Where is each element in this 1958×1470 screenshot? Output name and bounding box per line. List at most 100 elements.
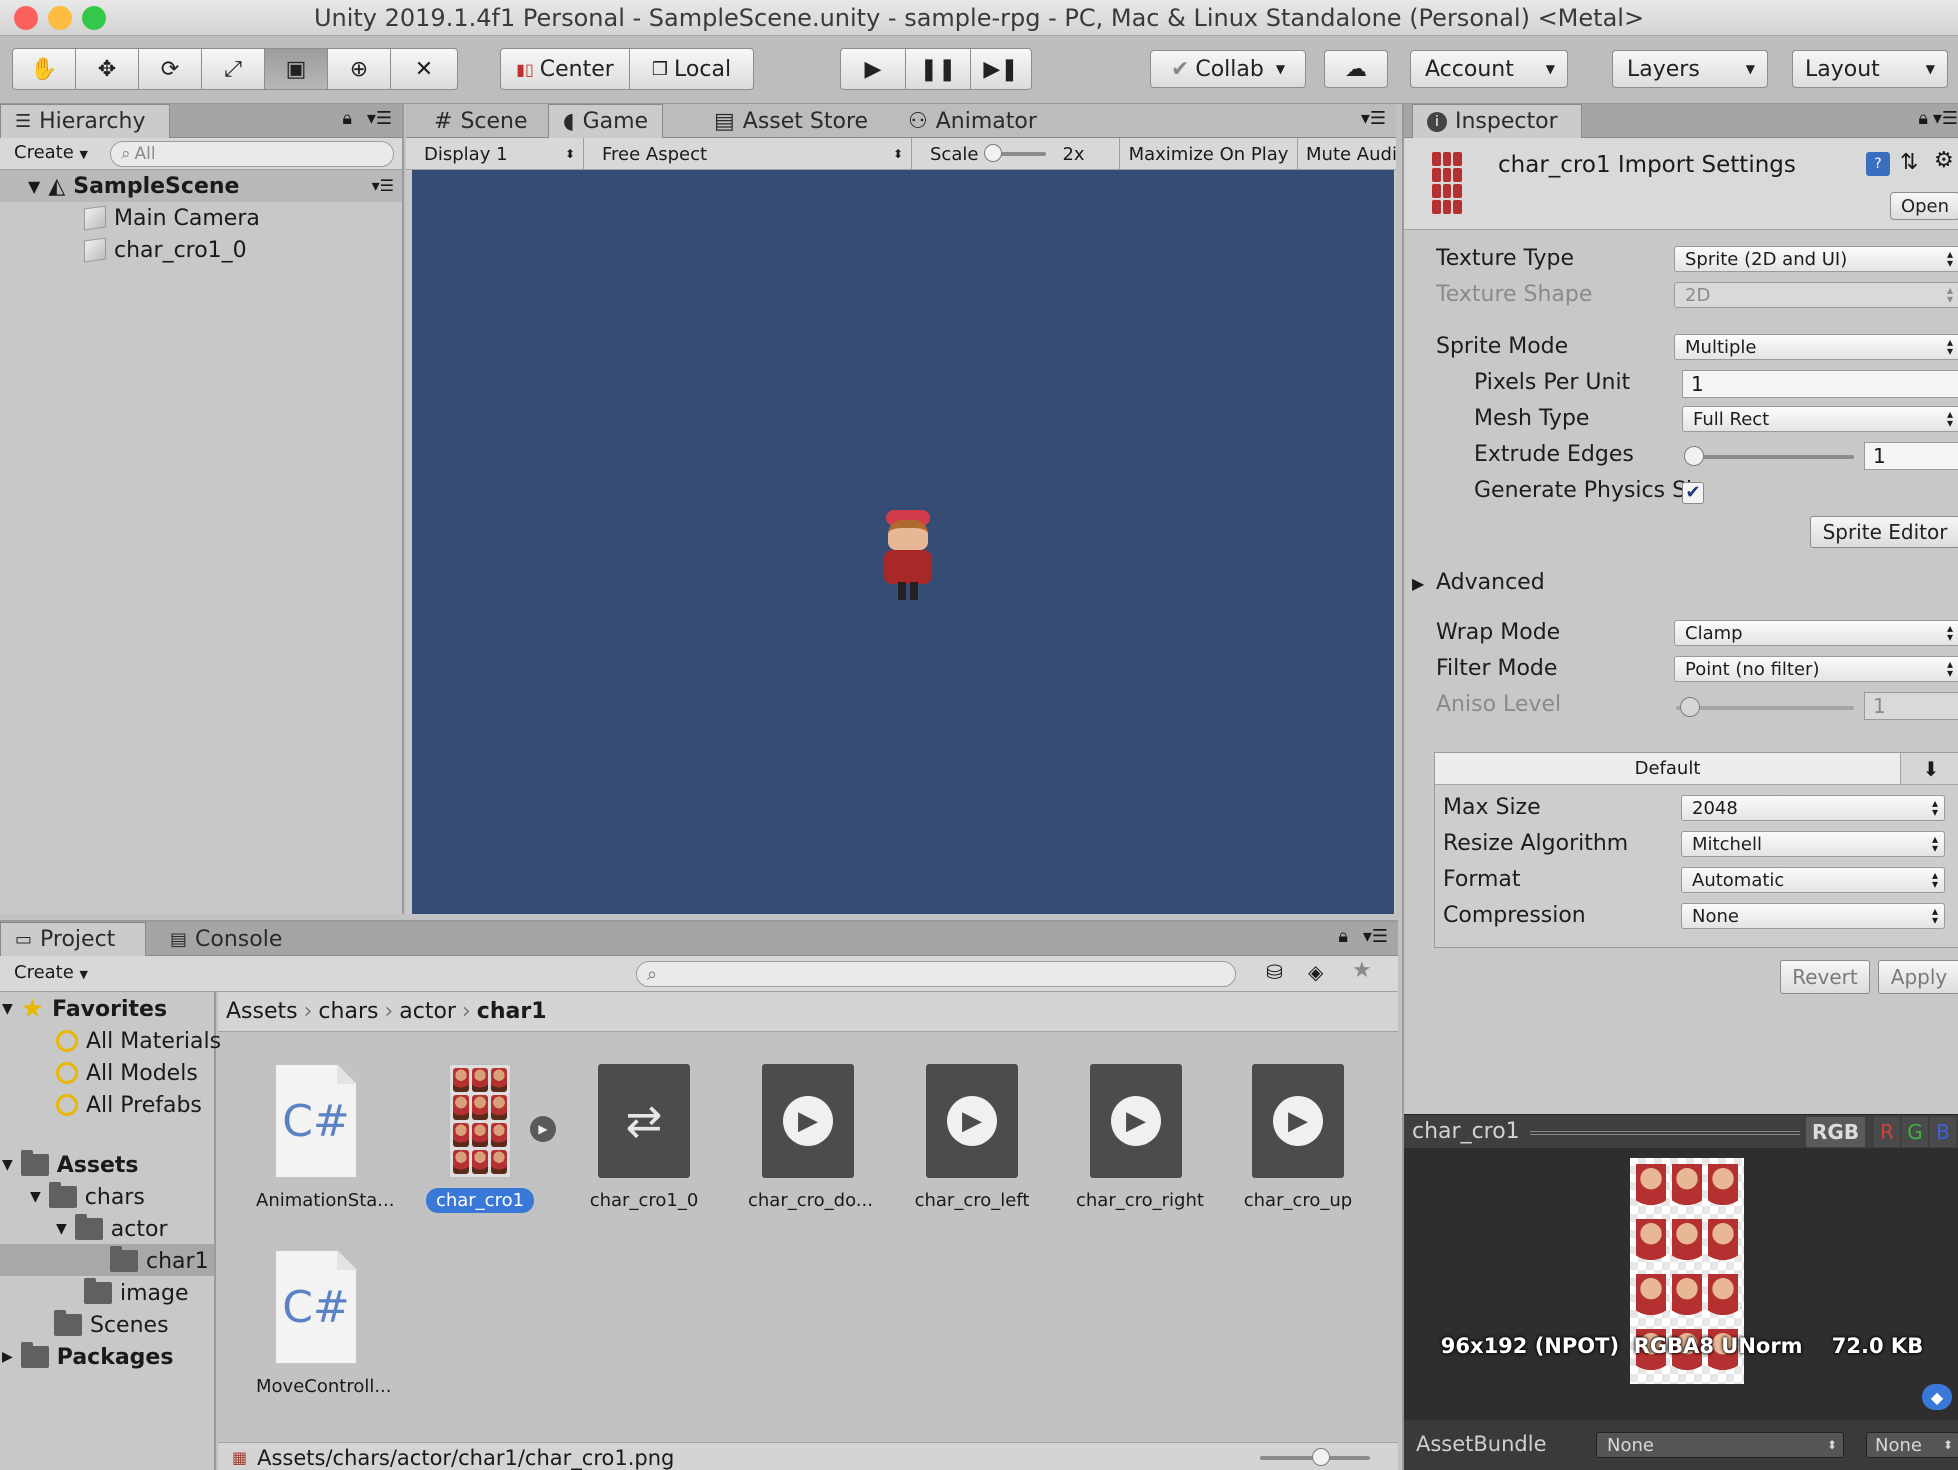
tab-hierarchy[interactable]: ☰ Hierarchy xyxy=(0,104,170,138)
label-tag-icon[interactable]: ◆ xyxy=(1922,1384,1952,1410)
extrude-edges-slider-knob[interactable] xyxy=(1684,446,1704,466)
scene-menu-icon[interactable]: ▾☰ xyxy=(372,176,394,195)
tab-inspector[interactable]: i Inspector xyxy=(1412,104,1582,138)
breadcrumb-item[interactable]: actor xyxy=(399,999,456,1024)
channel-r-toggle[interactable]: R xyxy=(1874,1117,1900,1147)
tab-project[interactable]: ▭ Project xyxy=(0,922,146,956)
favorite-all-prefabs[interactable]: All Prefabs xyxy=(56,1090,202,1120)
icon-size-slider[interactable] xyxy=(1260,1448,1370,1466)
pivot-local-button[interactable]: ❒ Local xyxy=(629,48,754,90)
channel-rgb-toggle[interactable]: RGB xyxy=(1806,1117,1866,1147)
panel-menu-icon[interactable]: ▾☰ xyxy=(367,108,392,129)
account-dropdown[interactable]: Account ▼ xyxy=(1410,50,1568,88)
revert-button[interactable]: Revert xyxy=(1780,960,1870,994)
breadcrumb-item[interactable]: Assets xyxy=(226,999,298,1024)
cloud-button[interactable]: ☁ xyxy=(1324,50,1388,88)
asset-tile-anim-up[interactable]: ▶ char_cro_up xyxy=(1228,1064,1368,1213)
packages-folder-item[interactable]: ▶ Packages xyxy=(2,1342,173,1372)
expand-subassets-icon[interactable]: ▶ xyxy=(530,1116,556,1142)
hierarchy-search-input[interactable]: ⌕ All xyxy=(110,141,394,167)
scenes-folder-item[interactable]: Scenes xyxy=(54,1310,169,1340)
help-icon[interactable]: ? xyxy=(1866,152,1890,176)
generate-physics-checkbox[interactable]: ✔ xyxy=(1682,482,1704,504)
scale-tool-button[interactable]: ⤢ xyxy=(201,48,265,90)
wrap-mode-dropdown[interactable]: Clamp ▴ ▾ xyxy=(1674,620,1958,646)
sprite-editor-button[interactable]: Sprite Editor xyxy=(1810,516,1958,548)
layers-dropdown[interactable]: Layers ▼ xyxy=(1612,50,1768,88)
extrude-edges-input[interactable]: 1 xyxy=(1864,442,1958,470)
favorite-all-models[interactable]: All Models xyxy=(56,1058,198,1088)
extrude-edges-slider[interactable] xyxy=(1684,455,1854,459)
asset-tile-anim-down[interactable]: ▶ char_cro_do... xyxy=(738,1064,878,1213)
sprite-mode-dropdown[interactable]: Multiple ▴ ▾ xyxy=(1674,334,1958,360)
platform-tab-default[interactable]: Default xyxy=(1435,753,1901,785)
expand-arrow-icon[interactable]: ▼ xyxy=(2,1157,13,1173)
aspect-dropdown[interactable]: Free Aspect ⬍ xyxy=(592,138,912,170)
game-viewport[interactable] xyxy=(412,170,1394,914)
hand-tool-button[interactable]: ✋ xyxy=(12,48,76,90)
filter-by-type-icon[interactable]: ⛁ xyxy=(1266,960,1283,984)
mute-audio-toggle[interactable]: Mute Audio xyxy=(1298,138,1396,170)
favorites-item[interactable]: ▼ ★ Favorites xyxy=(2,994,167,1024)
channel-b-toggle[interactable]: B xyxy=(1930,1117,1956,1147)
actor-folder-item[interactable]: ▼ actor xyxy=(56,1214,168,1244)
panel-menu-icon[interactable]: ▾☰ xyxy=(1933,108,1958,129)
format-dropdown[interactable]: Automatic ▴ ▾ xyxy=(1681,867,1945,893)
compression-dropdown[interactable]: None ▴ ▾ xyxy=(1681,903,1945,929)
preset-icon[interactable]: ⇅ xyxy=(1900,150,1918,175)
pixels-per-unit-input[interactable]: 1 xyxy=(1682,370,1958,398)
preview-drag-handle[interactable] xyxy=(1530,1131,1800,1135)
icon-size-slider-knob[interactable] xyxy=(1312,1448,1330,1466)
maximize-on-play-toggle[interactable]: Maximize On Play xyxy=(1120,138,1298,170)
platform-tab-standalone[interactable]: ⬇ xyxy=(1901,753,1958,785)
panel-menu-icon[interactable]: ▾☰ xyxy=(1361,108,1386,129)
advanced-foldout-arrow-icon[interactable]: ▶ xyxy=(1412,574,1424,593)
favorite-star-icon[interactable]: ★ xyxy=(1352,958,1372,983)
pivot-center-button[interactable]: ▮▯ Center xyxy=(500,48,630,90)
resize-algorithm-dropdown[interactable]: Mitchell ▴ ▾ xyxy=(1681,831,1945,857)
display-dropdown[interactable]: Display 1 ⬍ xyxy=(414,138,584,170)
hierarchy-item-main-camera[interactable]: Main Camera xyxy=(84,203,260,233)
asset-tile-controller[interactable]: ⇄ char_cro1_0 xyxy=(574,1064,714,1213)
project-search-input[interactable]: ⌕ xyxy=(636,961,1236,987)
advanced-foldout-label[interactable]: Advanced xyxy=(1436,570,1545,595)
panel-menu-icon[interactable]: ▾☰ xyxy=(1363,926,1388,947)
tab-console[interactable]: ▤ Console xyxy=(156,922,296,956)
expand-arrow-icon[interactable]: ▼ xyxy=(28,177,40,196)
hierarchy-create-button[interactable]: Create ▼ xyxy=(14,142,88,163)
filter-by-label-icon[interactable]: ◈ xyxy=(1308,960,1323,984)
assets-folder-item[interactable]: ▼ Assets xyxy=(2,1150,139,1180)
asset-bundle-variant-dropdown[interactable]: None ⬍ xyxy=(1866,1432,1958,1458)
tab-asset-store[interactable]: ▤ Asset Store xyxy=(700,104,882,138)
max-size-dropdown[interactable]: 2048 ▴ ▾ xyxy=(1681,795,1945,821)
tab-game[interactable]: ◖ Game xyxy=(548,104,664,138)
rotate-tool-button[interactable]: ⟳ xyxy=(138,48,202,90)
asset-tile-script[interactable]: C# AnimationSta... xyxy=(246,1064,394,1213)
collapsed-arrow-icon[interactable]: ▶ xyxy=(2,1349,13,1365)
project-create-button[interactable]: Create ▼ xyxy=(14,962,88,983)
pause-button[interactable]: ❚❚ xyxy=(905,48,971,90)
asset-tile-anim-left[interactable]: ▶ char_cro_left xyxy=(902,1064,1042,1213)
chars-folder-item[interactable]: ▼ chars xyxy=(30,1182,145,1212)
mesh-type-dropdown[interactable]: Full Rect ▴ ▾ xyxy=(1682,406,1958,432)
asset-tile-move-controller[interactable]: C# MoveControll... xyxy=(246,1250,392,1399)
move-tool-button[interactable]: ✥ xyxy=(75,48,139,90)
step-button[interactable]: ▶❚ xyxy=(970,48,1032,90)
favorite-all-materials[interactable]: All Materials xyxy=(56,1026,221,1056)
texture-type-dropdown[interactable]: Sprite (2D and UI) ▴ ▾ xyxy=(1674,246,1958,272)
apply-button[interactable]: Apply xyxy=(1878,960,1958,994)
scale-slider[interactable] xyxy=(984,144,1047,162)
filter-mode-dropdown[interactable]: Point (no filter) ▴ ▾ xyxy=(1674,656,1958,682)
breadcrumb-item[interactable]: chars xyxy=(318,999,378,1024)
collab-dropdown[interactable]: ✔ Collab ▼ xyxy=(1150,50,1306,88)
expand-arrow-icon[interactable]: ▼ xyxy=(56,1221,67,1237)
lock-icon[interactable]: 🔒︎ xyxy=(342,108,352,129)
tab-animator[interactable]: ⚇ Animator xyxy=(894,104,1051,138)
lock-icon[interactable]: 🔒︎ xyxy=(1338,926,1348,947)
scale-slider-knob[interactable] xyxy=(984,144,1003,162)
breadcrumb-item-current[interactable]: char1 xyxy=(477,999,547,1024)
image-folder-item[interactable]: image xyxy=(84,1278,189,1308)
transform-tool-button[interactable]: ⊕ xyxy=(327,48,391,90)
gear-icon[interactable]: ⚙ xyxy=(1934,148,1954,173)
channel-g-toggle[interactable]: G xyxy=(1902,1117,1928,1147)
